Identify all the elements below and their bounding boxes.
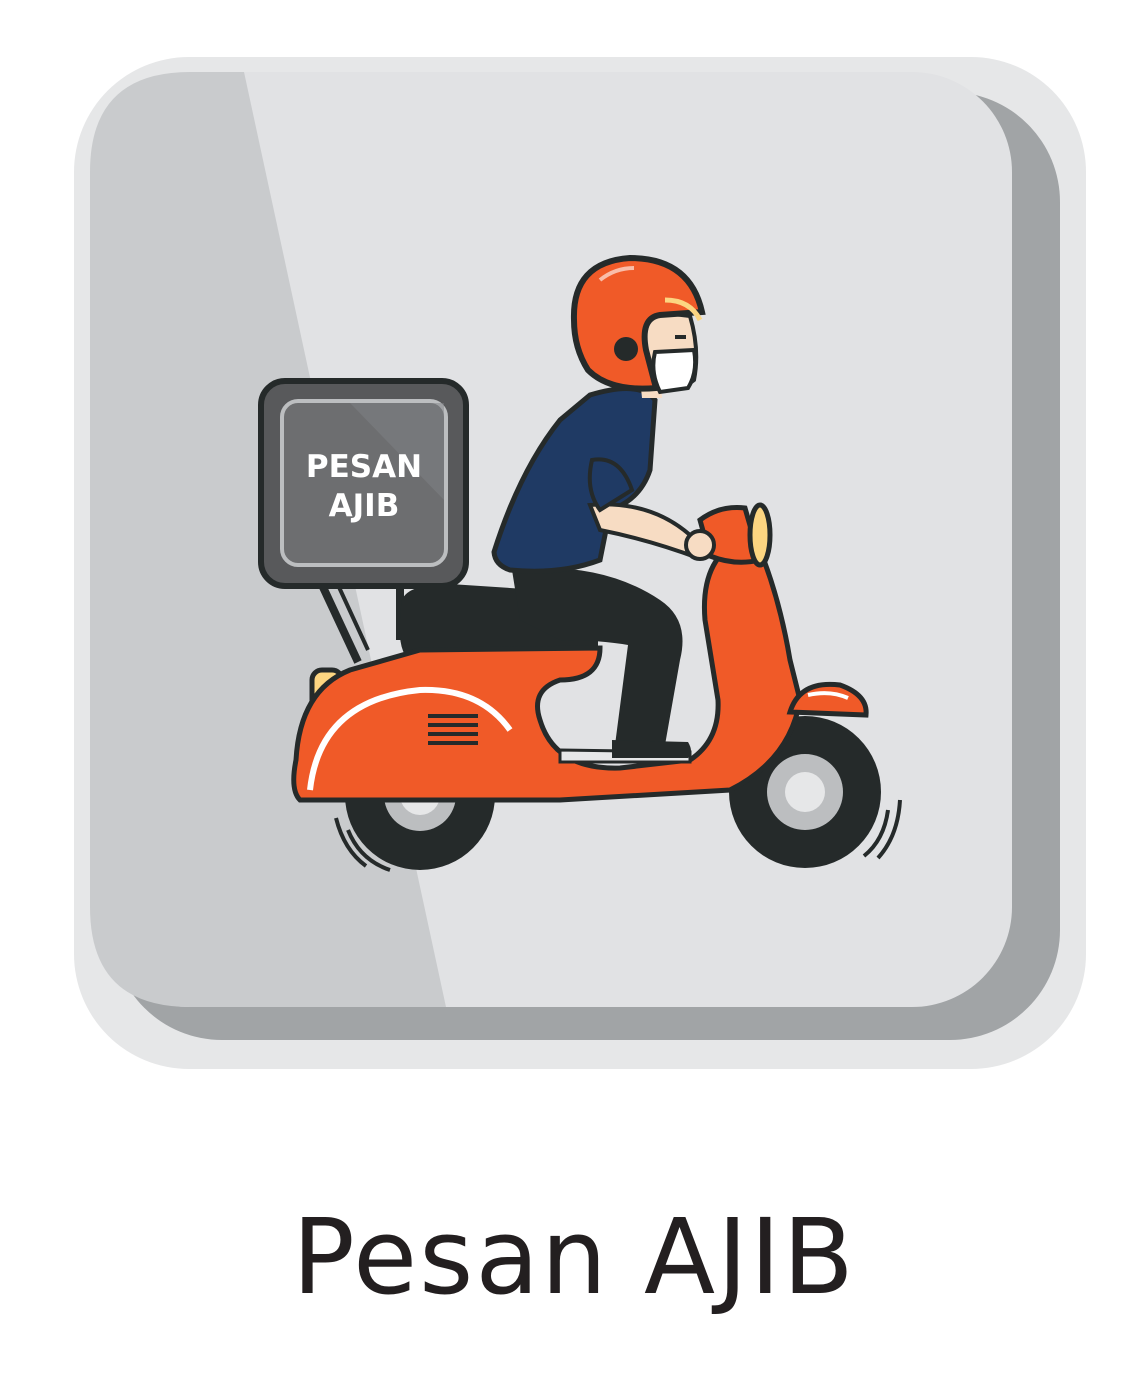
delivery-scooter-illustration: PESAN AJIB (74, 57, 1086, 1069)
box-label-line-2: AJIB (329, 488, 400, 524)
box-label-line-1: PESAN (306, 449, 422, 485)
app-caption: Pesan AJIB (292, 1196, 856, 1318)
pesan-ajib-app-icon[interactable]: PESAN AJIB (0, 0, 1148, 1100)
